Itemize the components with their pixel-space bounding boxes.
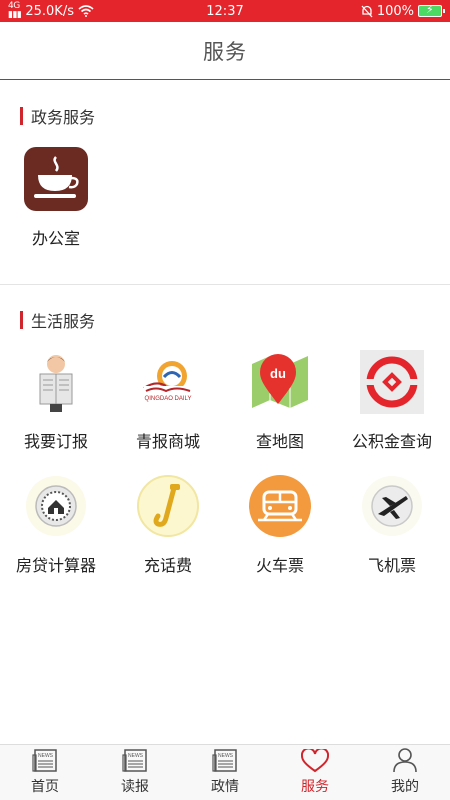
section-title-text: 生活服务	[31, 312, 96, 331]
section-title-government: 政务服务	[20, 104, 95, 128]
tab-services[interactable]: 服务	[270, 745, 360, 800]
service-label: 充话费	[143, 556, 192, 575]
service-label: 火车票	[255, 556, 304, 575]
section-divider	[0, 284, 450, 285]
coffee-cup-icon	[24, 147, 88, 211]
tab-label: 首页	[31, 779, 59, 795]
tab-label: 政情	[211, 779, 239, 795]
service-label: 飞机票	[367, 556, 416, 575]
mortgage-calculator-icon	[24, 474, 88, 538]
tab-mine[interactable]: 我的	[360, 745, 450, 800]
bottom-tab-bar: NEWS 首页 NEWS 读报 NEWS 政情 服务 我的	[0, 744, 450, 800]
svg-text:du: du	[270, 366, 286, 381]
tab-label: 我的	[391, 779, 419, 795]
service-label: 房贷计算器	[15, 556, 96, 575]
network-speed: 25.0K/s	[25, 3, 74, 19]
train-icon	[248, 474, 312, 538]
tab-label: 读报	[121, 779, 149, 795]
service-subscribe-newspaper[interactable]: 我要订报	[0, 350, 112, 452]
service-train-ticket[interactable]: 火车票	[224, 474, 336, 576]
tab-politics[interactable]: NEWS 政情	[180, 745, 270, 800]
section-accent-bar	[20, 107, 23, 125]
status-bar: 4G ▮▮▮ 25.0K/s 12:37 100% ⚡	[0, 0, 450, 22]
newspaper-icon: NEWS	[212, 749, 237, 772]
service-mortgage-calculator[interactable]: 房贷计算器	[0, 474, 112, 576]
heart-icon	[301, 749, 329, 773]
clock: 12:37	[206, 3, 244, 19]
newspaper-reader-icon	[24, 350, 88, 414]
housing-fund-icon	[360, 350, 424, 414]
service-qingbao-mall[interactable]: QINGDAO DAILY 青报商城	[112, 350, 224, 452]
service-label: 青报商城	[135, 432, 200, 451]
service-phone-recharge[interactable]: 充话费	[112, 474, 224, 576]
tab-read-paper[interactable]: NEWS 读报	[90, 745, 180, 800]
service-label: 我要订报	[23, 432, 88, 451]
qingdao-daily-logo-icon: QINGDAO DAILY	[136, 350, 200, 414]
svg-text:NEWS: NEWS	[128, 753, 144, 759]
page-header: 服务	[0, 22, 450, 80]
phone-recharge-icon	[136, 474, 200, 538]
svg-text:NEWS: NEWS	[38, 753, 54, 759]
battery-percent: 100%	[376, 3, 414, 19]
service-flight-ticket[interactable]: 飞机票	[336, 474, 448, 576]
battery-icon: ⚡	[418, 3, 445, 17]
service-label: 办公室	[31, 229, 80, 248]
wifi-icon	[78, 5, 94, 17]
mute-bell-icon	[361, 5, 373, 17]
section-title-text: 政务服务	[31, 108, 96, 127]
airplane-icon	[360, 474, 424, 538]
page-title: 服务	[203, 39, 247, 64]
section-accent-bar	[20, 311, 23, 329]
service-office[interactable]: 办公室	[0, 147, 112, 249]
main-content: 政务服务 办公室 生活服务 我要订报 QINGDAO DAILY 青报商城 du…	[0, 80, 450, 744]
section-title-life: 生活服务	[20, 308, 95, 332]
newspaper-icon: NEWS	[122, 749, 147, 772]
newspaper-icon: NEWS	[32, 749, 57, 772]
service-label: 公积金查询	[351, 432, 432, 451]
svg-text:NEWS: NEWS	[218, 753, 234, 759]
tab-label: 服务	[301, 779, 329, 795]
baidu-map-icon: du	[248, 350, 312, 414]
cellular-signal-icon: 4G ▮▮▮	[8, 1, 22, 20]
svg-text:QINGDAO DAILY: QINGDAO DAILY	[145, 396, 192, 402]
service-housing-fund[interactable]: 公积金查询	[336, 350, 448, 452]
tab-home[interactable]: NEWS 首页	[0, 745, 90, 800]
user-icon	[393, 748, 417, 773]
service-map[interactable]: du 查地图	[224, 350, 336, 452]
service-label: 查地图	[255, 432, 304, 451]
